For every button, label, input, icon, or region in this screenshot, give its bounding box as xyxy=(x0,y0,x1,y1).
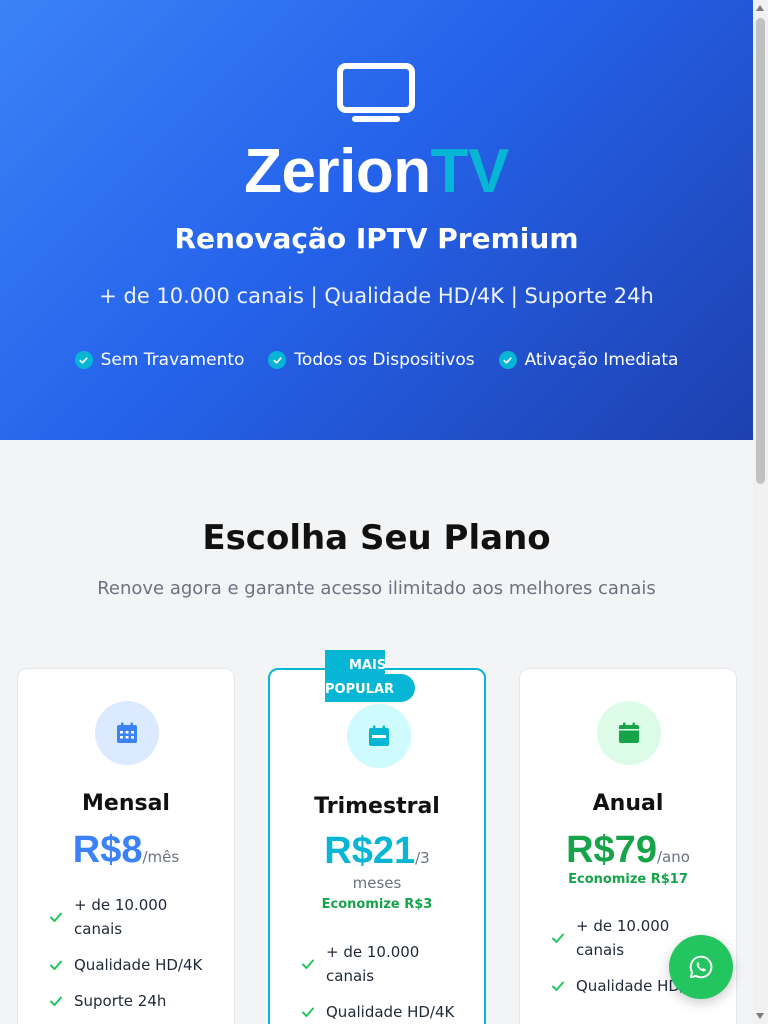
plan-name: Trimestral xyxy=(314,794,440,819)
check-icon xyxy=(48,909,64,925)
hero-feature-label: Sem Travamento xyxy=(100,350,245,370)
plan-features: + de 10.000 canais Qualidade HD/4K xyxy=(300,940,464,1024)
feature-label: Qualidade HD/4K xyxy=(326,1003,455,1021)
plans-subtitle: Renove agora e garante acesso ilimitado … xyxy=(97,578,656,599)
feature-label: Suporte 24h xyxy=(74,992,167,1010)
check-icon xyxy=(300,1004,316,1020)
plan-period: /mês xyxy=(142,848,180,866)
plan-period: /3 xyxy=(415,849,430,867)
list-item: Qualidade HD/4K xyxy=(300,1000,464,1024)
hero-feature-label: Todos os Dispositivos xyxy=(294,350,475,370)
page: ZerionTV Renovação IPTV Premium + de 10.… xyxy=(0,0,753,1024)
hero-tagline: + de 10.000 canais | Qualidade HD/4K | S… xyxy=(99,284,654,308)
hero-subtitle: Renovação IPTV Premium xyxy=(174,222,579,255)
check-circle-icon xyxy=(268,351,287,369)
plan-price-line: R$21/3 xyxy=(270,830,484,873)
plan-period-line2: meses xyxy=(352,874,402,892)
list-item: Suporte 24h xyxy=(48,989,214,1013)
feature-label: + de 10.000 canais xyxy=(74,896,168,938)
scrollbar[interactable] xyxy=(753,0,768,1024)
calendar-icon xyxy=(597,701,661,765)
plan-name: Anual xyxy=(592,791,664,816)
brand-main: Zerion xyxy=(244,137,431,206)
check-icon xyxy=(48,993,64,1009)
plans-title: Escolha Seu Plano xyxy=(202,518,551,558)
check-circle-icon xyxy=(74,351,93,369)
brand-logo: ZerionTV xyxy=(0,136,753,207)
hero-banner: ZerionTV Renovação IPTV Premium + de 10.… xyxy=(0,0,753,440)
check-icon xyxy=(550,930,566,946)
feature-label: Qualidade HD/4K xyxy=(74,956,203,974)
plan-card-trimestral[interactable]: MAIS POPULAR Trimestral R$21/3 meses Eco… xyxy=(268,650,486,1024)
feature-label: + de 10.000 canais xyxy=(326,943,420,985)
plan-price: R$8 xyxy=(72,829,143,871)
popular-badge: MAIS POPULAR xyxy=(325,650,417,708)
plan-period: /ano xyxy=(656,848,690,866)
scroll-thumb[interactable] xyxy=(756,18,765,484)
list-item: + de 10.000 canais xyxy=(48,893,214,941)
plan-price: R$79 xyxy=(566,829,657,871)
hero-feature: Ativação Imediata xyxy=(498,350,679,370)
tv-icon xyxy=(337,63,415,122)
list-item: Qualidade HD/4K xyxy=(48,953,214,977)
badge-text: MAIS POPULAR xyxy=(325,654,417,702)
plan-price: R$21 xyxy=(324,830,416,872)
check-icon xyxy=(48,957,64,973)
calendar-days-icon xyxy=(95,701,159,765)
badge-line: POPULAR xyxy=(325,682,395,697)
badge-line: MAIS xyxy=(349,658,387,673)
plan-savings: Economize R$17 xyxy=(568,872,688,887)
hero-features: Sem Travamento Todos os Dispositivos Ati… xyxy=(0,350,753,370)
brand-accent: TV xyxy=(430,137,510,206)
plan-card-mensal[interactable]: Mensal R$8/mês + de 10.000 canais Qualid… xyxy=(17,668,235,1024)
scroll-up-arrow-icon[interactable] xyxy=(756,5,764,11)
hero-feature-label: Ativação Imediata xyxy=(524,350,679,370)
list-item: + de 10.000 canais xyxy=(300,940,464,988)
scroll-down-arrow-icon[interactable] xyxy=(756,1013,764,1019)
plan-name: Mensal xyxy=(82,791,170,816)
hero-feature: Sem Travamento xyxy=(74,350,245,370)
plan-price-line: R$79/ano xyxy=(520,829,736,872)
check-circle-icon xyxy=(498,351,517,369)
whatsapp-button[interactable] xyxy=(669,935,733,999)
check-icon xyxy=(300,956,316,972)
plan-savings: Economize R$3 xyxy=(321,897,433,912)
check-icon xyxy=(550,978,566,994)
plan-features: + de 10.000 canais Qualidade HD/4K Supor… xyxy=(48,893,214,1024)
calendar-week-icon xyxy=(347,704,411,768)
whatsapp-icon xyxy=(689,955,713,979)
plan-price-line: R$8/mês xyxy=(18,829,234,872)
hero-feature: Todos os Dispositivos xyxy=(268,350,475,370)
